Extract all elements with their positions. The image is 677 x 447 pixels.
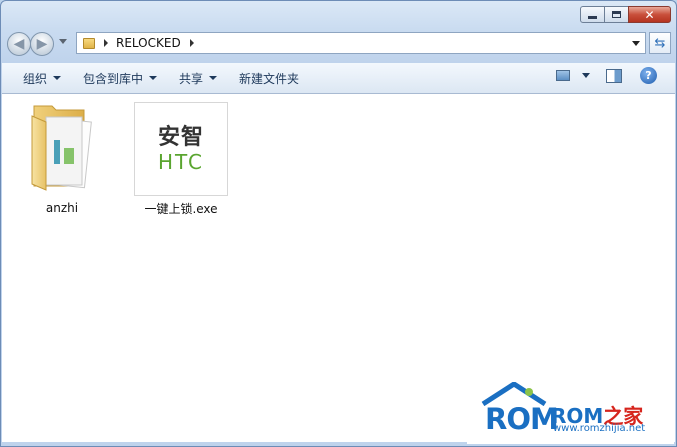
forward-button[interactable]: ▶ <box>30 32 54 56</box>
maximize-button[interactable] <box>604 6 629 23</box>
refresh-button[interactable]: ⇆ <box>649 32 671 54</box>
folder-icon <box>83 37 95 49</box>
new-folder-label: 新建文件夹 <box>239 71 300 86</box>
watermark-url: www.romzhijia.net <box>553 423 646 434</box>
chevron-down-icon <box>209 76 218 80</box>
romzhijia-watermark: ROM ROM之家 www.romzhijia.net <box>467 378 674 444</box>
breadcrumb-arrow-icon[interactable] <box>189 39 194 47</box>
forward-arrow-icon: ▶ <box>36 36 48 52</box>
new-folder-button[interactable]: 新建文件夹 <box>228 67 310 89</box>
minimize-icon <box>588 15 597 19</box>
file-item-folder[interactable]: anzhi <box>7 100 117 215</box>
file-name: anzhi <box>45 201 79 215</box>
recent-pages-dropdown[interactable] <box>59 39 67 44</box>
folder-icon <box>31 105 92 191</box>
organize-label: 组织 <box>23 71 48 86</box>
navigation-bar: ◀ ▶ RELOCKED ⇆ <box>6 31 671 57</box>
change-view-icon[interactable] <box>556 70 570 81</box>
back-arrow-icon: ◀ <box>13 36 25 52</box>
file-item-exe[interactable]: 安智 HTC 一键上锁.exe <box>126 102 236 217</box>
share-menu[interactable]: 共享 <box>168 67 228 89</box>
caption-buttons: ✕ <box>580 6 671 23</box>
share-label: 共享 <box>179 71 204 86</box>
preview-pane-icon[interactable] <box>606 68 622 83</box>
maximize-icon <box>612 11 621 18</box>
address-history-dropdown[interactable] <box>632 41 640 46</box>
command-bar: 组织 包含到库中 共享 新建文件夹 ? <box>2 63 675 94</box>
file-name: 一键上锁.exe <box>144 202 218 216</box>
view-controls: ? <box>556 67 675 84</box>
include-in-library-menu[interactable]: 包含到库中 <box>72 67 168 89</box>
organize-menu[interactable]: 组织 <box>12 67 72 89</box>
chevron-down-icon <box>149 76 158 80</box>
chevron-down-icon <box>53 76 62 80</box>
help-icon[interactable]: ? <box>640 67 657 84</box>
view-options-dropdown[interactable] <box>582 73 590 78</box>
close-button[interactable]: ✕ <box>628 6 671 23</box>
include-in-library-label: 包含到库中 <box>83 71 144 86</box>
htc-logo-text: HTC <box>157 150 205 174</box>
back-button[interactable]: ◀ <box>7 32 31 56</box>
address-bar[interactable]: RELOCKED <box>76 32 646 54</box>
minimize-button[interactable] <box>580 6 605 23</box>
breadcrumb-relocked[interactable]: RELOCKED <box>116 36 181 50</box>
help-glyph: ? <box>645 69 652 82</box>
close-icon: ✕ <box>644 7 655 22</box>
refresh-icon: ⇆ <box>654 35 666 51</box>
breadcrumb-arrow-icon[interactable] <box>104 39 108 47</box>
watermark-logo-text: ROM <box>485 402 559 436</box>
exe-thumbnail: 安智 HTC <box>134 102 228 196</box>
anzhi-logo-text: 安智 <box>157 125 204 150</box>
